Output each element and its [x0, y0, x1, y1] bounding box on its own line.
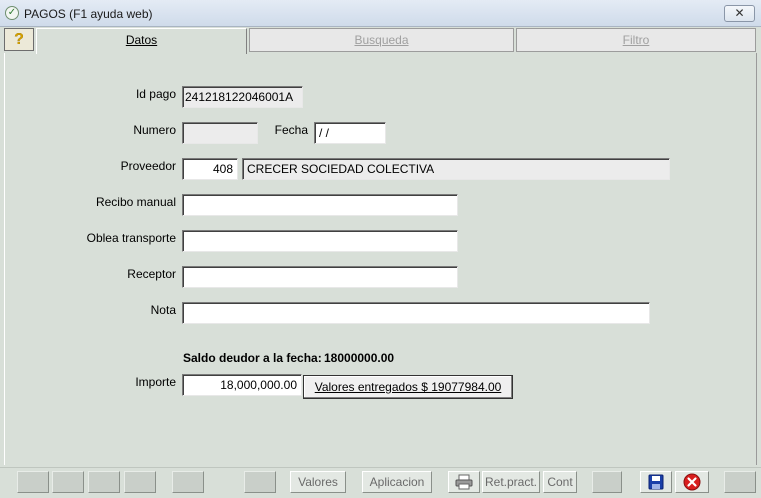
app-logo-icon: ✓ — [5, 6, 19, 20]
toolbar-button-4[interactable] — [124, 471, 156, 493]
proveedor-code-field[interactable]: 408 — [182, 158, 238, 180]
help-icon: ? — [14, 31, 24, 48]
toolbar-button-6[interactable] — [244, 471, 276, 493]
save-icon — [648, 474, 664, 490]
fecha-field[interactable]: / / — [314, 122, 386, 144]
oblea-transporte-field[interactable] — [182, 230, 458, 252]
toolbar-button-1[interactable] — [17, 471, 49, 493]
receptor-label: Receptor — [127, 267, 176, 281]
valores-entregados-button[interactable]: Valores entregados $ 19077984.00 — [303, 375, 513, 399]
importe-label: Importe — [135, 375, 176, 389]
valores-button[interactable]: Valores — [290, 471, 346, 493]
valores-entregados-label: Valores entregados $ 19077984.00 — [314, 380, 502, 394]
saldo-deudor-label: Saldo deudor a la fecha: — [183, 351, 322, 365]
recibo-manual-field[interactable] — [182, 194, 458, 216]
tab-filtro-label: Filtro — [622, 33, 650, 47]
title-bar: ✓ PAGOS (F1 ayuda web) ✕ — [0, 0, 761, 27]
proveedor-name-field[interactable]: CRECER SOCIEDAD COLECTIVA — [242, 158, 670, 180]
toolbar-button-5[interactable] — [172, 471, 204, 493]
id-pago-label: Id pago — [135, 87, 176, 101]
save-button[interactable] — [640, 471, 672, 493]
receptor-field[interactable] — [182, 266, 458, 288]
cancel-icon — [683, 473, 701, 491]
printer-icon — [455, 474, 473, 490]
nota-label: Nota — [150, 303, 176, 317]
tab-datos-label: Datos — [125, 33, 158, 47]
window-close-button[interactable]: ✕ — [724, 5, 755, 22]
toolbar-button-2[interactable] — [52, 471, 84, 493]
oblea-transporte-label: Oblea transporte — [86, 231, 176, 245]
bottom-toolbar: Valores Aplicacion Ret.pract. Cont — [0, 467, 761, 495]
toolbar-button-7[interactable] — [592, 471, 622, 493]
toolbar-button-8[interactable] — [724, 471, 756, 493]
datos-panel — [4, 53, 757, 465]
proveedor-label: Proveedor — [120, 159, 176, 173]
aplicacion-button[interactable]: Aplicacion — [362, 471, 432, 493]
numero-field[interactable] — [182, 122, 258, 144]
nota-field[interactable] — [182, 302, 650, 324]
tab-busqueda[interactable]: Busqueda — [249, 28, 514, 52]
help-button[interactable]: ? — [4, 28, 34, 51]
tab-filtro[interactable]: Filtro — [516, 28, 756, 52]
importe-field[interactable]: 18,000,000.00 — [182, 374, 302, 396]
toolbar-button-3[interactable] — [88, 471, 120, 493]
print-button[interactable] — [448, 471, 480, 493]
id-pago-field[interactable]: 241218122046001A — [182, 86, 303, 108]
ret-pract-button[interactable]: Ret.pract. — [482, 471, 540, 493]
recibo-manual-label: Recibo manual — [95, 195, 176, 209]
tab-busqueda-label: Busqueda — [354, 33, 409, 47]
saldo-deudor-value: 18000000.00 — [324, 351, 395, 365]
cancel-button[interactable] — [675, 471, 709, 493]
close-icon: ✕ — [734, 6, 745, 20]
tab-datos[interactable]: Datos — [36, 28, 247, 54]
cont-button[interactable]: Cont — [543, 471, 577, 493]
window-title: PAGOS (F1 ayuda web) — [24, 7, 153, 21]
fecha-label: Fecha — [274, 123, 308, 137]
numero-label: Numero — [133, 123, 176, 137]
